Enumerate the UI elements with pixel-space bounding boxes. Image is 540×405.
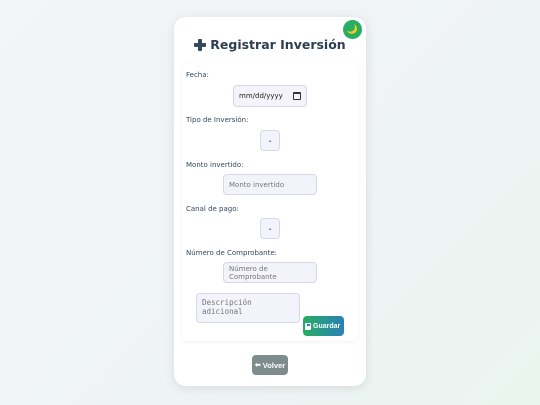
investment-form: Fecha: mm/dd/yyyy Tipo de Inversión: ⌄ M… — [182, 63, 358, 341]
comprobante-label: Número de Comprobante: — [186, 249, 278, 257]
calendar-icon[interactable] — [293, 92, 301, 100]
page-title: Registrar Inversión — [174, 37, 366, 52]
back-button-label: Volver — [262, 360, 286, 370]
chevron-down-icon: ⌄ — [267, 225, 273, 232]
canal-label: Canal de pago: — [186, 205, 239, 213]
save-disk-icon — [305, 322, 311, 330]
monto-label: Monto invertido: — [186, 161, 244, 169]
page-title-text: Registrar Inversión — [210, 37, 346, 52]
tipo-label: Tipo de Inversión: — [186, 116, 249, 124]
comprobante-placeholder: Número de Comprobante — [229, 264, 277, 281]
fecha-label: Fecha: — [186, 71, 209, 79]
fecha-value: mm/dd/yyyy — [239, 92, 283, 100]
monto-placeholder: Monto invertido — [229, 180, 285, 189]
tipo-select[interactable]: ⌄ — [260, 130, 280, 151]
chevron-down-icon: ⌄ — [267, 137, 273, 144]
plus-icon — [194, 38, 207, 51]
register-card: 🌙 Registrar Inversión Fecha: mm/dd/yyyy … — [174, 17, 366, 386]
descripcion-placeholder: Descripción adicional — [202, 298, 252, 316]
save-button[interactable]: Guardar — [303, 316, 344, 336]
moon-icon: 🌙 — [346, 24, 359, 34]
back-button[interactable]: ⬅ Volver — [252, 355, 288, 375]
comprobante-input[interactable]: Número de Comprobante — [223, 262, 317, 283]
descripcion-textarea[interactable]: Descripción adicional — [196, 293, 300, 323]
arrow-left-icon: ⬅ — [254, 362, 261, 369]
monto-input[interactable]: Monto invertido — [223, 174, 317, 195]
fecha-input[interactable]: mm/dd/yyyy — [233, 85, 307, 107]
save-button-label: Guardar — [313, 322, 341, 330]
canal-select[interactable]: ⌄ — [260, 218, 280, 239]
